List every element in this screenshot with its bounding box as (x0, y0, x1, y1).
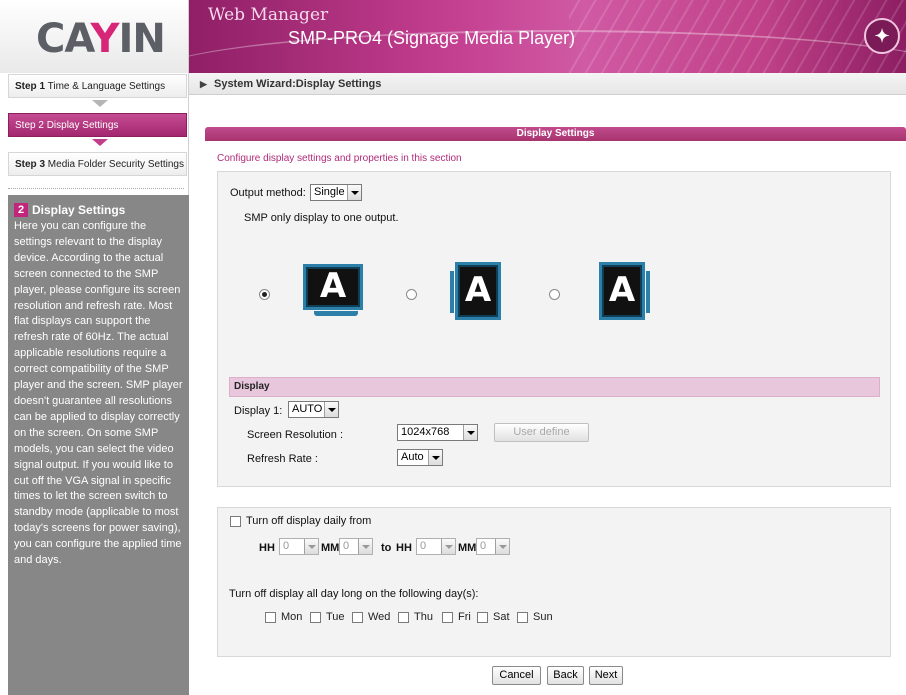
help-panel: 2 Display Settings Here you can configur… (8, 195, 189, 695)
chevron-down-icon (304, 539, 318, 554)
end-hour-select[interactable]: 0 (416, 538, 456, 555)
end-minute-value: 0 (480, 540, 487, 552)
day-label: Wed (368, 611, 391, 623)
day-sat[interactable]: Sat (477, 611, 510, 623)
resolution-label: Screen Resolution : (247, 429, 343, 441)
turn-off-daily-checkbox[interactable] (230, 516, 241, 527)
day-mon[interactable]: Mon (265, 611, 302, 623)
chevron-down-icon (347, 185, 361, 200)
day-wed[interactable]: Wed (352, 611, 390, 623)
output-note: SMP only display to one output. (244, 212, 399, 224)
step-arrow-icon (92, 139, 108, 146)
chevron-down-icon (463, 425, 477, 440)
step-number-badge: 2 (14, 203, 28, 217)
refresh-rate-value: Auto (401, 451, 424, 463)
chevron-down-icon (495, 539, 509, 554)
all-day-label: Turn off display all day long on the fol… (229, 588, 479, 600)
monitor-portrait-right-icon[interactable]: A (599, 262, 650, 320)
step-number: Step 3 (15, 159, 46, 170)
monitor-portrait-left-icon[interactable]: A (450, 262, 501, 320)
checkbox[interactable] (352, 611, 363, 623)
sidebar: Step 1 Time & Language Settings Step 2 D… (0, 73, 189, 695)
header-banner: Web Manager SMP-PRO4 (Signage Media Play… (189, 0, 906, 73)
start-minute-select[interactable]: 0 (339, 538, 373, 555)
step-label: Media Folder Security Settings (47, 159, 184, 170)
display1-label: Display 1: (234, 405, 283, 417)
help-text: Here you can configure the settings rele… (14, 220, 183, 567)
step-number: Step 2 (15, 120, 44, 131)
end-minute-label: MM (458, 542, 477, 554)
display1-select[interactable]: AUTO (288, 401, 339, 418)
chevron-down-icon (358, 539, 372, 554)
section-title: Display Settings (205, 127, 906, 141)
day-label: Fri (458, 611, 471, 623)
day-label: Sat (493, 611, 510, 623)
resolution-value: 1024x768 (401, 426, 450, 438)
sidebar-divider (8, 188, 184, 189)
display1-value: AUTO (292, 403, 323, 415)
day-label: Tue (326, 611, 345, 623)
orientation-radio-landscape[interactable] (259, 289, 270, 300)
end-hour-label: HH (396, 542, 412, 554)
day-thu[interactable]: Thu (398, 611, 433, 623)
user-define-button[interactable]: User define (494, 423, 589, 442)
checkbox[interactable] (477, 611, 488, 623)
day-label: Mon (281, 611, 303, 623)
orientation-radio-portrait-right[interactable] (549, 289, 560, 300)
step-arrow-icon (92, 100, 108, 107)
refresh-rate-label: Refresh Rate : (247, 453, 318, 465)
to-label: to (381, 542, 392, 554)
sidebar-step-1[interactable]: Step 1 Time & Language Settings (8, 74, 187, 98)
end-minute-select[interactable]: 0 (476, 538, 510, 555)
breadcrumb-arrow-icon: ▶ (200, 79, 207, 89)
breadcrumb: ▶ System Wizard:Display Settings (189, 73, 906, 95)
chevron-down-icon (441, 539, 455, 554)
sidebar-step-3[interactable]: Step 3 Media Folder Security Settings (8, 152, 187, 176)
sidebar-step-2[interactable]: Step 2 Display Settings (8, 113, 187, 137)
model-name: SMP-PRO4 (Signage Media Player) (288, 28, 576, 48)
step-label: Time & Language Settings (47, 81, 166, 92)
day-tue[interactable]: Tue (310, 611, 345, 623)
checkbox[interactable] (517, 611, 528, 623)
chevron-down-icon (324, 402, 338, 417)
output-method-select[interactable]: Single (310, 184, 362, 201)
display-subheader: Display (229, 377, 880, 397)
cayin-logo: CAYIN (0, 0, 189, 73)
app-title: Web Manager (208, 5, 329, 25)
start-hour-label: HH (259, 542, 275, 554)
day-sun[interactable]: Sun (517, 611, 553, 623)
step-number: Step 1 (15, 81, 46, 92)
orientation-radio-portrait-left[interactable] (406, 289, 417, 300)
checkbox[interactable] (398, 611, 409, 623)
start-hour-select[interactable]: 0 (279, 538, 319, 555)
end-hour-value: 0 (420, 540, 427, 552)
help-title: Display Settings (32, 203, 126, 217)
checkbox[interactable] (265, 611, 276, 623)
monitor-landscape-icon[interactable]: A (303, 264, 363, 316)
start-minute-label: MM (321, 542, 340, 554)
output-method-label: Output method: (230, 187, 306, 199)
back-button[interactable]: Back (547, 666, 584, 685)
resolution-select[interactable]: 1024x768 (397, 424, 478, 441)
chevron-down-icon (428, 450, 442, 465)
breadcrumb-text: System Wizard:Display Settings (213, 78, 382, 90)
turn-off-daily-label: Turn off display daily from (246, 515, 372, 527)
refresh-rate-select[interactable]: Auto (397, 449, 443, 466)
start-minute-value: 0 (343, 540, 350, 552)
banner-pattern (569, 0, 906, 73)
next-button[interactable]: Next (589, 666, 623, 685)
help-icon[interactable]: ✦ (864, 18, 900, 54)
cancel-button[interactable]: Cancel (492, 666, 541, 685)
section-description: Configure display settings and propertie… (217, 153, 462, 164)
checkbox[interactable] (310, 611, 321, 623)
step-label: Display Settings (46, 120, 119, 131)
day-fri[interactable]: Fri (442, 611, 471, 623)
checkbox[interactable] (442, 611, 453, 623)
logo-wordmark: CAYIN (36, 16, 166, 62)
start-hour-value: 0 (283, 540, 290, 552)
schedule-panel (217, 507, 891, 657)
day-label: Thu (414, 611, 433, 623)
output-method-value: Single (314, 186, 345, 198)
day-label: Sun (533, 611, 553, 623)
